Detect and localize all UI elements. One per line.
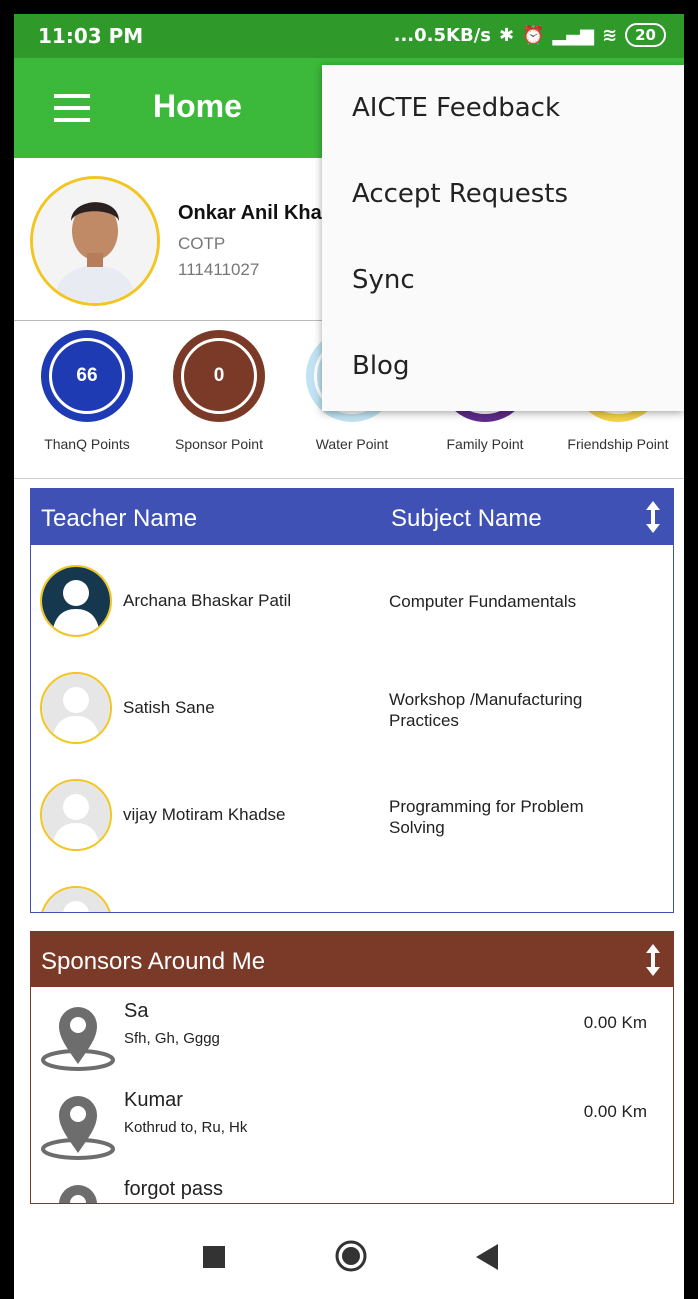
status-time: 11:03 PM	[38, 24, 144, 48]
family-point-label: Family Point	[446, 436, 524, 452]
location-pin-icon	[41, 1096, 115, 1160]
thanq-points-ring: 66	[41, 330, 133, 422]
page-title: Home	[153, 88, 242, 124]
recent-apps-icon[interactable]	[203, 1246, 225, 1268]
user-photo-icon	[33, 179, 157, 303]
alarm-icon: ⏰	[522, 24, 545, 46]
teacher-avatar	[40, 565, 112, 637]
sponsor-point-value: 0	[181, 338, 257, 414]
sponsor-point[interactable]: 0 Sponsor Point	[152, 324, 286, 452]
teacher-name: Archana Bhaskar Patil	[123, 591, 292, 610]
sponsor-name: forgot pass	[124, 1178, 223, 1200]
sponsors-card: Sponsors Around Me Sa Sfh, Gh, Gggg 0.00…	[30, 931, 674, 1204]
thanq-points[interactable]: 66 ThanQ Points	[20, 324, 154, 452]
sponsors-title: Sponsors Around Me	[41, 948, 266, 975]
location-pin-icon	[41, 1007, 115, 1071]
teacher-row[interactable]: vijay Motiram Khadse Programming for Pro…	[31, 759, 673, 866]
signal-icon: ▂▄▆	[552, 24, 595, 46]
teacher-name: Satish Sane	[123, 698, 215, 717]
sponsor-distance: 0.00 Km	[583, 1013, 647, 1032]
profile-id: 111411027	[178, 260, 260, 279]
menu-item-accept-requests[interactable]: Accept Requests	[352, 179, 568, 209]
teacher-row[interactable]	[31, 866, 673, 912]
teacher-subject: Computer Fundamentals	[389, 592, 577, 611]
home-circle-icon[interactable]	[335, 1240, 367, 1272]
teacher-name: vijay Motiram Khadse	[123, 805, 286, 824]
user-placeholder-icon	[42, 888, 110, 912]
teacher-subject: Workshop /Manufacturing Practices	[389, 690, 583, 730]
teacher-avatar	[40, 779, 112, 851]
status-bar: 11:03 PM ...0.5KB/s ✱ ⏰ ▂▄▆ ≋ 20	[14, 14, 684, 58]
thanq-points-value: 66	[49, 338, 125, 414]
water-point-label: Water Point	[315, 436, 389, 452]
teachers-card: Teacher Name Subject Name Archana Bhaska…	[30, 488, 674, 913]
teacher-subject: Programming for Problem Solving	[389, 797, 584, 837]
thanq-points-label: ThanQ Points	[44, 436, 130, 452]
net-speed: ...0.5KB/s	[393, 24, 491, 46]
profile-department: COTP	[178, 234, 226, 253]
overflow-menu: AICTE Feedback Accept Requests Sync Blog	[322, 65, 684, 411]
phone-screen: 11:03 PM ...0.5KB/s ✱ ⏰ ▂▄▆ ≋ 20 Home On	[14, 14, 684, 1299]
teacher-row[interactable]: Satish Sane Workshop /Manufacturing Prac…	[31, 652, 673, 759]
sponsor-distance: 0.00 Km	[583, 1102, 647, 1121]
status-icons: ...0.5KB/s ✱ ⏰ ▂▄▆ ≋ 20	[394, 23, 666, 47]
sponsor-row[interactable]: Sa Sfh, Gh, Gggg 0.00 Km	[31, 990, 673, 1080]
user-placeholder-icon	[42, 781, 110, 849]
hamburger-menu-icon[interactable]	[54, 94, 90, 122]
profile-name: Onkar Anil Kha	[178, 202, 322, 224]
divider	[14, 478, 684, 479]
menu-item-sync[interactable]: Sync	[352, 265, 415, 295]
sponsor-point-ring: 0	[173, 330, 265, 422]
user-placeholder-icon	[42, 674, 110, 742]
wifi-icon: ≋	[602, 24, 618, 46]
menu-item-aicte-feedback[interactable]: AICTE Feedback	[352, 93, 560, 123]
teacher-avatar	[40, 886, 112, 912]
teacher-row[interactable]: Archana Bhaskar Patil Computer Fundament…	[31, 545, 673, 652]
sponsors-header: Sponsors Around Me	[31, 932, 673, 987]
sponsor-name: Sa	[124, 1000, 149, 1022]
expand-arrows-icon[interactable]	[643, 942, 663, 978]
user-silhouette-icon	[42, 567, 110, 635]
sponsor-point-label: Sponsor Point	[175, 436, 263, 452]
sponsor-address: Kothrud to, Ru, Hk	[124, 1119, 248, 1136]
menu-item-blog[interactable]: Blog	[352, 351, 409, 381]
teacher-avatar	[40, 672, 112, 744]
sponsor-address: Sfh, Gh, Gggg	[124, 1030, 220, 1047]
sponsor-row[interactable]: Kumar Kothrud to, Ru, Hk 0.00 Km	[31, 1079, 673, 1169]
sponsor-row[interactable]: forgot pass	[31, 1168, 673, 1203]
teacher-name-header: Teacher Name	[41, 505, 198, 532]
location-pin-icon	[59, 1185, 97, 1203]
system-nav-bar	[14, 1204, 684, 1299]
sponsor-name: Kumar	[124, 1089, 183, 1111]
teachers-header: Teacher Name Subject Name	[31, 489, 673, 545]
avatar[interactable]	[30, 176, 160, 306]
battery-icon: 20	[625, 23, 666, 47]
back-triangle-icon[interactable]	[476, 1244, 498, 1270]
expand-arrows-icon[interactable]	[643, 499, 663, 535]
bluetooth-icon: ✱	[498, 24, 515, 46]
subject-name-header: Subject Name	[391, 505, 542, 532]
friendship-point-label: Friendship Point	[567, 436, 669, 452]
